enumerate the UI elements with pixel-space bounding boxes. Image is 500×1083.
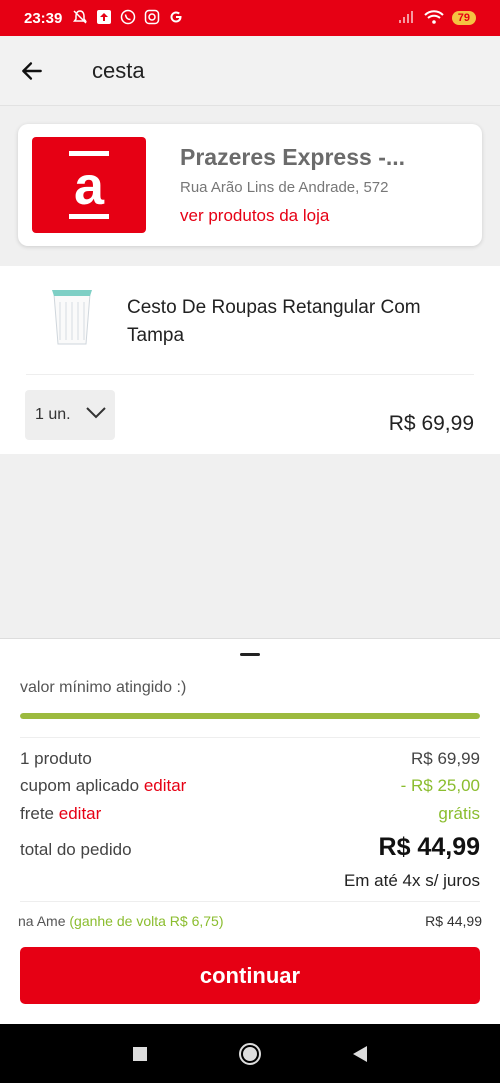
total-value: R$ 44,99 [378,833,480,861]
back-arrow-icon[interactable] [4,43,60,99]
shipping-row: frete editar grátis [20,804,480,824]
system-nav-bar [0,1024,500,1083]
ame-cashback: (ganhe de volta R$ 6,75) [69,913,224,929]
instagram-icon [144,9,160,28]
total-label: total do pedido [20,840,132,859]
status-bar: 23:39 79 [0,0,500,36]
edit-coupon-link[interactable]: editar [144,776,187,795]
chevron-down-icon [85,406,107,425]
product-name: Cesto De Roupas Retangular Com Tampa [127,297,421,346]
progress-fill [20,713,480,719]
ame-label: na Ame [18,913,66,929]
status-time: 23:39 [24,9,63,27]
installments-text: Em até 4x s/ juros [343,871,480,890]
store-logo-letter: a [74,156,105,216]
shipping-value: grátis [438,804,480,823]
divider [20,901,480,902]
whatsapp-icon [120,9,136,28]
ame-price: R$ 44,99 [425,913,482,929]
items-row: 1 produto R$ 69,99 [20,749,480,769]
product-price: R$ 69,99 [388,412,474,435]
store-card[interactable]: a Prazeres Express -... Rua Arão Lins de… [18,124,482,246]
store-address: Rua Arão Lins de Andrade, 572 [180,179,389,196]
total-row: total do pedido R$ 44,99 [20,833,480,862]
system-icons: 79 [398,9,476,27]
app-header: cesta [0,36,500,106]
product-image [44,286,100,348]
coupon-row: cupom aplicado editar - R$ 25,00 [20,776,480,796]
store-name: Prazeres Express -... [180,144,406,170]
order-summary-panel: valor mínimo atingido :) 1 produto R$ 69… [0,638,500,1024]
drag-handle[interactable] [240,653,260,656]
coupon-value: - R$ 25,00 [400,776,480,795]
quantity-select[interactable]: 1 un. [25,390,115,440]
divider [20,737,480,738]
coupon-label: cupom aplicado [20,776,140,795]
google-icon [168,9,184,28]
shipping-label: frete [20,804,55,823]
continue-button[interactable]: continuar [20,947,480,1004]
items-value: R$ 69,99 [411,749,480,768]
product-section: Cesto De Roupas Retangular Com Tampa 1 u… [0,266,500,454]
minimum-value-progress [20,713,480,719]
recent-apps-icon[interactable] [125,1039,155,1069]
signal-icon [398,10,416,27]
mute-icon [72,9,88,28]
wifi-icon [424,9,444,27]
store-info: Prazeres Express -... Rua Arão Lins de A… [180,144,405,226]
items-label: 1 produto [20,749,92,768]
quantity-value: 1 un. [35,406,71,423]
ame-payment-row: na Ame (ganhe de volta R$ 6,75) R$ 44,99 [18,913,482,929]
page-title: cesta [92,57,145,83]
back-icon[interactable] [345,1039,375,1069]
store-logo: a [32,137,146,233]
battery-icon: 79 [451,11,476,25]
divider [26,374,474,375]
minimum-value-text: valor mínimo atingido :) [20,679,187,696]
notification-icons [72,9,184,28]
edit-shipping-link[interactable]: editar [59,804,102,823]
home-icon[interactable] [235,1039,265,1069]
view-store-products-link[interactable]: ver produtos da loja [180,206,405,226]
upload-icon [96,9,112,28]
